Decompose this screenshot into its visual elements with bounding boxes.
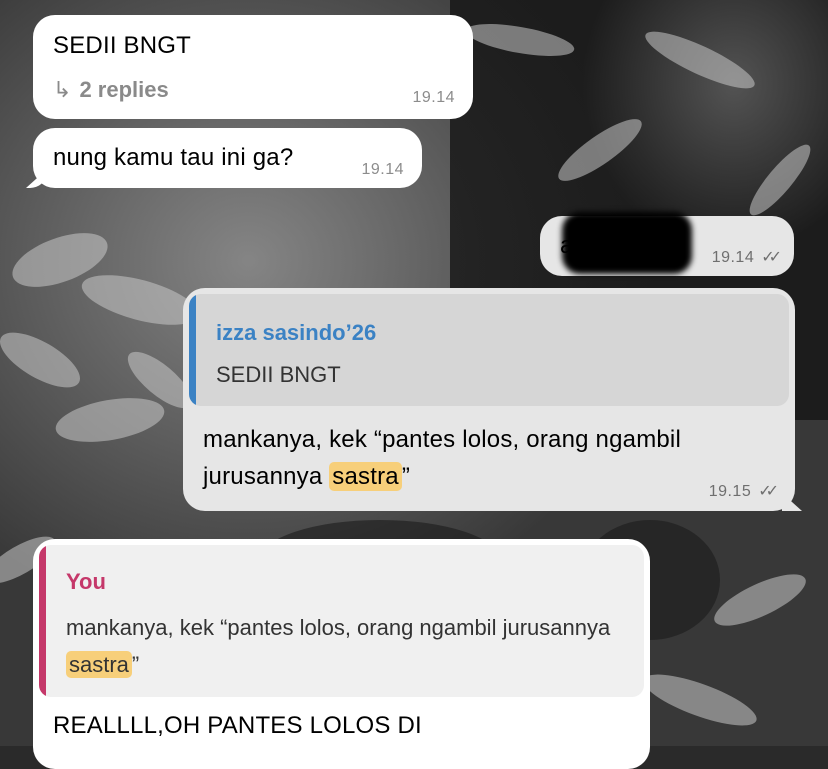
quote-text: SEDII BNGT bbox=[216, 362, 341, 387]
timestamp-text: 19.15 bbox=[708, 483, 752, 500]
message-text: nung kamu tau ini ga? bbox=[53, 144, 294, 171]
timestamp-text: 19.14 bbox=[711, 249, 755, 266]
message-text-part: ” bbox=[401, 463, 411, 490]
highlighted-word: sastra bbox=[66, 651, 132, 678]
message-bubble-outgoing[interactable]: izza sasindo’26 SEDII BNGT mankanya, kek… bbox=[183, 288, 795, 511]
double-check-icon: ✓✓ bbox=[758, 483, 779, 500]
quoted-message[interactable]: izza sasindo’26 SEDII BNGT bbox=[189, 294, 789, 406]
message-text: mankanya, kek “pantes lolos, orang ngamb… bbox=[203, 421, 773, 495]
quote-author: You bbox=[66, 569, 106, 594]
message-text-part: mankanya, kek “pantes lolos, orang ngamb… bbox=[203, 426, 681, 490]
quote-accent-bar bbox=[39, 545, 46, 697]
message-bubble-incoming[interactable]: nung kamu tau ini ga? 19.14 bbox=[33, 128, 422, 188]
quoted-message[interactable]: You mankanya, kek “pantes lolos, orang n… bbox=[39, 545, 644, 697]
message-text: REALLLL,OH PANTES LOLOS DI bbox=[53, 712, 422, 739]
thread-replies-link[interactable]: ↳ 2 replies bbox=[53, 77, 169, 103]
quote-text-part: mankanya, kek “pantes lolos, orang ngamb… bbox=[66, 615, 611, 640]
message-bubble-incoming[interactable]: You mankanya, kek “pantes lolos, orang n… bbox=[33, 539, 650, 769]
double-check-icon: ✓✓ bbox=[761, 249, 782, 266]
redaction-scribble bbox=[562, 212, 692, 274]
message-bubble-incoming[interactable]: SEDII BNGT ↳ 2 replies 19.14 bbox=[33, 15, 473, 119]
message-bubble-outgoing[interactable]: a? 19.14 ✓✓ bbox=[540, 212, 794, 276]
quote-text-part: ” bbox=[131, 652, 140, 677]
quote-text: mankanya, kek “pantes lolos, orang ngamb… bbox=[66, 609, 626, 683]
quote-accent-bar bbox=[189, 294, 196, 406]
message-timestamp: 19.14 bbox=[412, 89, 455, 106]
highlighted-word: sastra bbox=[329, 462, 402, 491]
quote-author: izza sasindo’26 bbox=[216, 320, 377, 345]
replies-count-label: 2 replies bbox=[79, 77, 169, 102]
message-timestamp: 19.15 ✓✓ bbox=[708, 481, 779, 501]
message-text: SEDII BNGT bbox=[53, 32, 192, 59]
reply-arrow-icon: ↳ bbox=[53, 77, 72, 102]
message-timestamp: 19.14 ✓✓ bbox=[711, 247, 782, 267]
message-timestamp: 19.14 bbox=[361, 161, 404, 178]
